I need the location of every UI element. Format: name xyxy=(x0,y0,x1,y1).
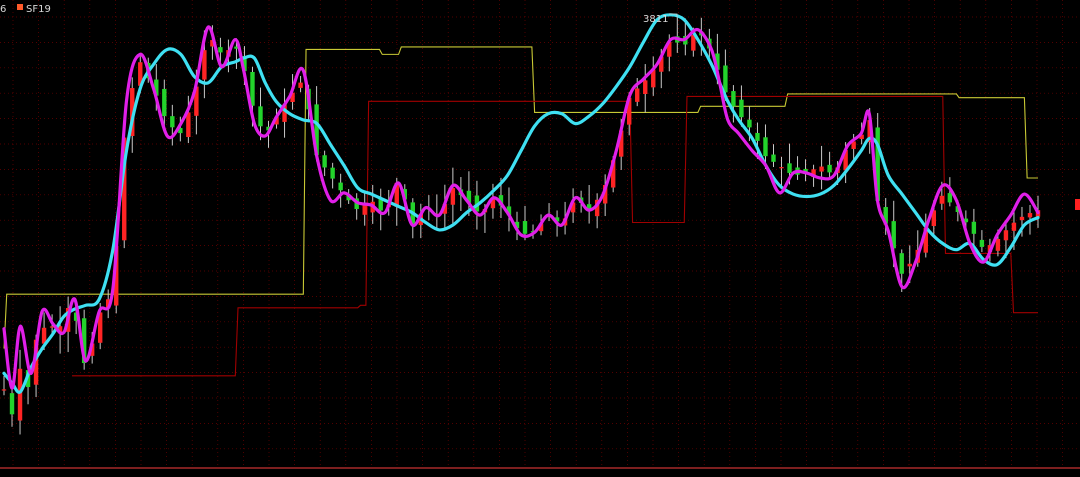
candle-body xyxy=(995,238,1001,251)
candle-body xyxy=(979,239,985,247)
candle-body xyxy=(1011,222,1017,231)
legend-item-label[interactable]: SF19 xyxy=(26,4,51,15)
candle-body xyxy=(763,137,768,157)
candle-body xyxy=(779,167,784,169)
candle-body xyxy=(643,80,648,94)
candle-body xyxy=(162,88,167,117)
candle-body xyxy=(819,166,824,172)
candle-body xyxy=(170,116,175,128)
high-annotation: 3811 xyxy=(643,14,668,25)
candle-body xyxy=(322,155,327,168)
candle-body xyxy=(330,167,335,179)
candlestick-chart: 6 SF19 3811 xyxy=(0,0,1080,477)
candle-body xyxy=(17,368,23,421)
candle-body xyxy=(771,154,776,162)
candle-body xyxy=(1,389,7,391)
legend-swatch xyxy=(17,4,23,10)
candle-body xyxy=(739,99,744,118)
candle-body xyxy=(755,132,760,141)
legend-left-text: 6 xyxy=(0,4,6,15)
candle-body xyxy=(9,393,15,415)
candle-body xyxy=(747,119,752,128)
candle-body xyxy=(731,91,736,107)
candle-body xyxy=(827,164,832,173)
candle-body xyxy=(971,221,977,234)
candle-body xyxy=(218,47,223,53)
candle-body xyxy=(298,82,303,88)
candle-body xyxy=(723,65,728,93)
candle-body xyxy=(338,182,343,191)
candle-body xyxy=(787,163,792,173)
candle-body xyxy=(907,263,912,267)
candle-body xyxy=(1019,216,1025,221)
candle-body xyxy=(939,195,945,204)
candle-body xyxy=(635,88,640,102)
candle-body xyxy=(1003,230,1009,241)
candle-body xyxy=(1027,213,1033,218)
candle-body xyxy=(522,221,528,234)
candle-body xyxy=(899,253,904,274)
right-price-marker xyxy=(1075,199,1080,210)
candle-body xyxy=(947,193,953,203)
candle-body xyxy=(362,205,367,215)
candle-body xyxy=(258,106,263,127)
